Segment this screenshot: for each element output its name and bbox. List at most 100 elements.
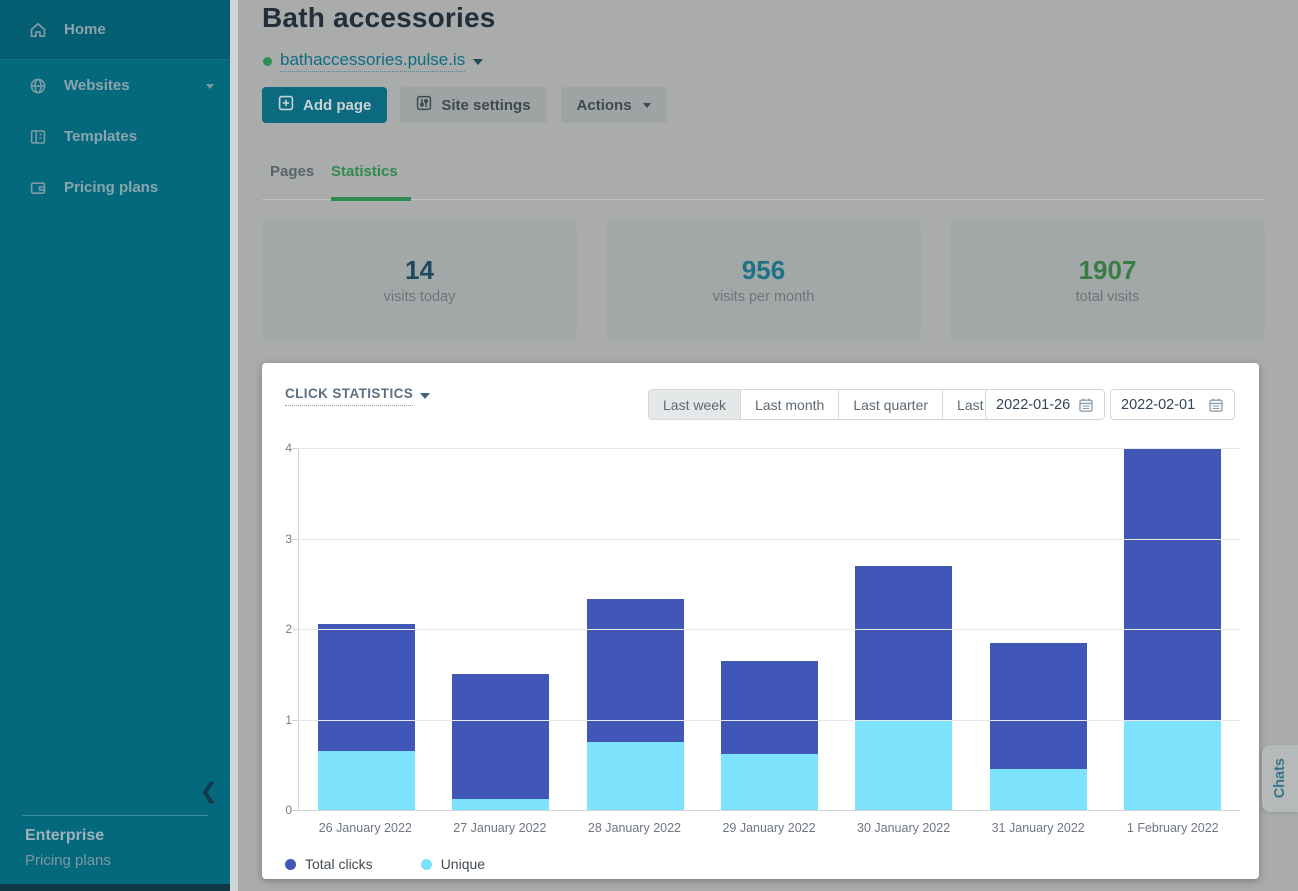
x-axis-label: 31 January 2022 bbox=[971, 821, 1106, 835]
y-axis-label: 1 bbox=[285, 713, 292, 727]
axis-tick bbox=[292, 720, 298, 721]
site-status-dot bbox=[263, 57, 272, 66]
stat-value: 1907 bbox=[1079, 255, 1137, 286]
total-clicks-bar bbox=[452, 674, 549, 810]
gridline bbox=[298, 720, 1240, 721]
actions-button[interactable]: Actions bbox=[561, 87, 667, 123]
plus-square-icon bbox=[278, 95, 294, 115]
bar-chart-plot-area bbox=[298, 448, 1240, 810]
actions-label: Actions bbox=[577, 97, 632, 114]
x-axis-label: 27 January 2022 bbox=[433, 821, 568, 835]
unique-clicks-segment bbox=[721, 754, 818, 810]
globe-icon bbox=[29, 77, 47, 95]
chats-side-tab[interactable]: Chats bbox=[1262, 745, 1298, 812]
click-statistics-panel: CLICK STATISTICS Last week Last month La… bbox=[262, 363, 1259, 879]
sidebar: Home Websites Templates Pricing plans ❮ … bbox=[0, 0, 230, 891]
stat-value: 14 bbox=[405, 255, 434, 286]
axis-tick bbox=[292, 629, 298, 630]
gridline bbox=[298, 448, 1240, 449]
add-page-label: Add page bbox=[303, 97, 371, 114]
x-axis-label: 29 January 2022 bbox=[702, 821, 837, 835]
plan-pricing-link[interactable]: Pricing plans bbox=[25, 852, 111, 869]
stat-label: total visits bbox=[1076, 289, 1140, 305]
plan-name: Enterprise bbox=[25, 827, 104, 845]
sidebar-item-label: Pricing plans bbox=[64, 179, 158, 196]
range-last-month-button[interactable]: Last month bbox=[740, 390, 838, 419]
legend-swatch bbox=[285, 859, 296, 870]
tab-statistics[interactable]: Statistics bbox=[331, 163, 398, 180]
site-settings-label: Site settings bbox=[441, 97, 530, 114]
x-axis-label: 1 February 2022 bbox=[1105, 821, 1240, 835]
gridline bbox=[298, 539, 1240, 540]
sidebar-bottom-strip bbox=[0, 884, 230, 891]
range-last-week-button[interactable]: Last week bbox=[649, 390, 740, 419]
sidebar-collapse-button[interactable]: ❮ bbox=[200, 781, 218, 801]
sidebar-item-templates[interactable]: Templates bbox=[0, 111, 230, 162]
sidebar-item-pricing-plans[interactable]: Pricing plans bbox=[0, 162, 230, 213]
main-content: Bath accessories bathaccessories.pulse.i… bbox=[230, 0, 1298, 891]
axis-tick bbox=[292, 539, 298, 540]
stat-label: visits today bbox=[384, 289, 456, 305]
x-axis-label: 26 January 2022 bbox=[298, 821, 433, 835]
y-axis-label: 4 bbox=[285, 441, 292, 455]
axis-tick bbox=[292, 810, 298, 811]
total-clicks-bar bbox=[990, 643, 1087, 810]
tab-pages[interactable]: Pages bbox=[270, 163, 314, 180]
legend-label: Unique bbox=[441, 856, 485, 872]
wallet-icon bbox=[29, 179, 47, 197]
sidebar-divider bbox=[22, 815, 208, 816]
legend-swatch bbox=[421, 859, 432, 870]
sidebar-item-label: Home bbox=[64, 21, 106, 38]
date-to-value: 2022-02-01 bbox=[1121, 397, 1195, 413]
unique-clicks-segment bbox=[587, 742, 684, 810]
stat-value: 956 bbox=[742, 255, 785, 286]
site-domain-link[interactable]: bathaccessories.pulse.is bbox=[280, 50, 465, 72]
range-last-quarter-button[interactable]: Last quarter bbox=[838, 390, 942, 419]
unique-clicks-segment bbox=[855, 720, 952, 811]
gridline bbox=[298, 810, 1240, 811]
stat-card-visits-per-month: 956 visits per month bbox=[606, 220, 921, 340]
chevron-down-icon bbox=[473, 59, 483, 65]
unique-clicks-segment bbox=[990, 769, 1087, 810]
x-axis-label: 28 January 2022 bbox=[567, 821, 702, 835]
y-axis-label: 2 bbox=[285, 622, 292, 636]
y-axis-labels: 01234 bbox=[262, 448, 292, 810]
action-buttons-row: Add page Site settings Actions bbox=[262, 87, 667, 123]
site-link-row: bathaccessories.pulse.is bbox=[263, 50, 483, 72]
stat-label: visits per month bbox=[713, 289, 815, 305]
total-clicks-bar bbox=[721, 661, 818, 810]
axis-tick bbox=[292, 448, 298, 449]
content-left-strip bbox=[230, 0, 238, 891]
total-clicks-bar bbox=[587, 599, 684, 810]
legend-item: Unique bbox=[421, 856, 485, 872]
home-icon bbox=[29, 21, 47, 39]
calendar-icon bbox=[1078, 397, 1094, 413]
date-from-value: 2022-01-26 bbox=[996, 397, 1070, 413]
sidebar-item-home[interactable]: Home bbox=[0, 0, 230, 60]
gridline bbox=[298, 629, 1240, 630]
chart-legend: Total clicks Unique bbox=[285, 856, 485, 872]
active-tab-underline bbox=[331, 197, 411, 201]
chats-tab-label: Chats bbox=[1272, 758, 1288, 798]
sidebar-item-label: Templates bbox=[64, 128, 137, 145]
unique-clicks-segment bbox=[1124, 720, 1221, 811]
x-axis-labels: 26 January 202227 January 202228 January… bbox=[298, 821, 1240, 835]
unique-clicks-segment bbox=[452, 799, 549, 810]
date-range-button-group: Last week Last month Last quarter Last y… bbox=[648, 389, 1030, 420]
tab-bar: Pages Statistics bbox=[230, 160, 1298, 200]
stat-card-visits-today: 14 visits today bbox=[262, 220, 577, 340]
y-axis-label: 3 bbox=[285, 532, 292, 546]
date-from-input[interactable]: 2022-01-26 bbox=[985, 389, 1105, 420]
sliders-icon bbox=[416, 95, 432, 115]
legend-label: Total clicks bbox=[305, 856, 373, 872]
sidebar-item-websites[interactable]: Websites bbox=[0, 60, 230, 111]
site-settings-button[interactable]: Site settings bbox=[400, 87, 546, 123]
chevron-down-icon bbox=[643, 103, 651, 108]
templates-icon bbox=[29, 128, 47, 146]
click-statistics-dropdown[interactable]: CLICK STATISTICS bbox=[285, 386, 430, 406]
y-axis-label: 0 bbox=[285, 803, 292, 817]
date-to-input[interactable]: 2022-02-01 bbox=[1110, 389, 1235, 420]
calendar-icon bbox=[1208, 397, 1224, 413]
add-page-button[interactable]: Add page bbox=[262, 87, 387, 123]
click-statistics-title: CLICK STATISTICS bbox=[285, 386, 413, 406]
